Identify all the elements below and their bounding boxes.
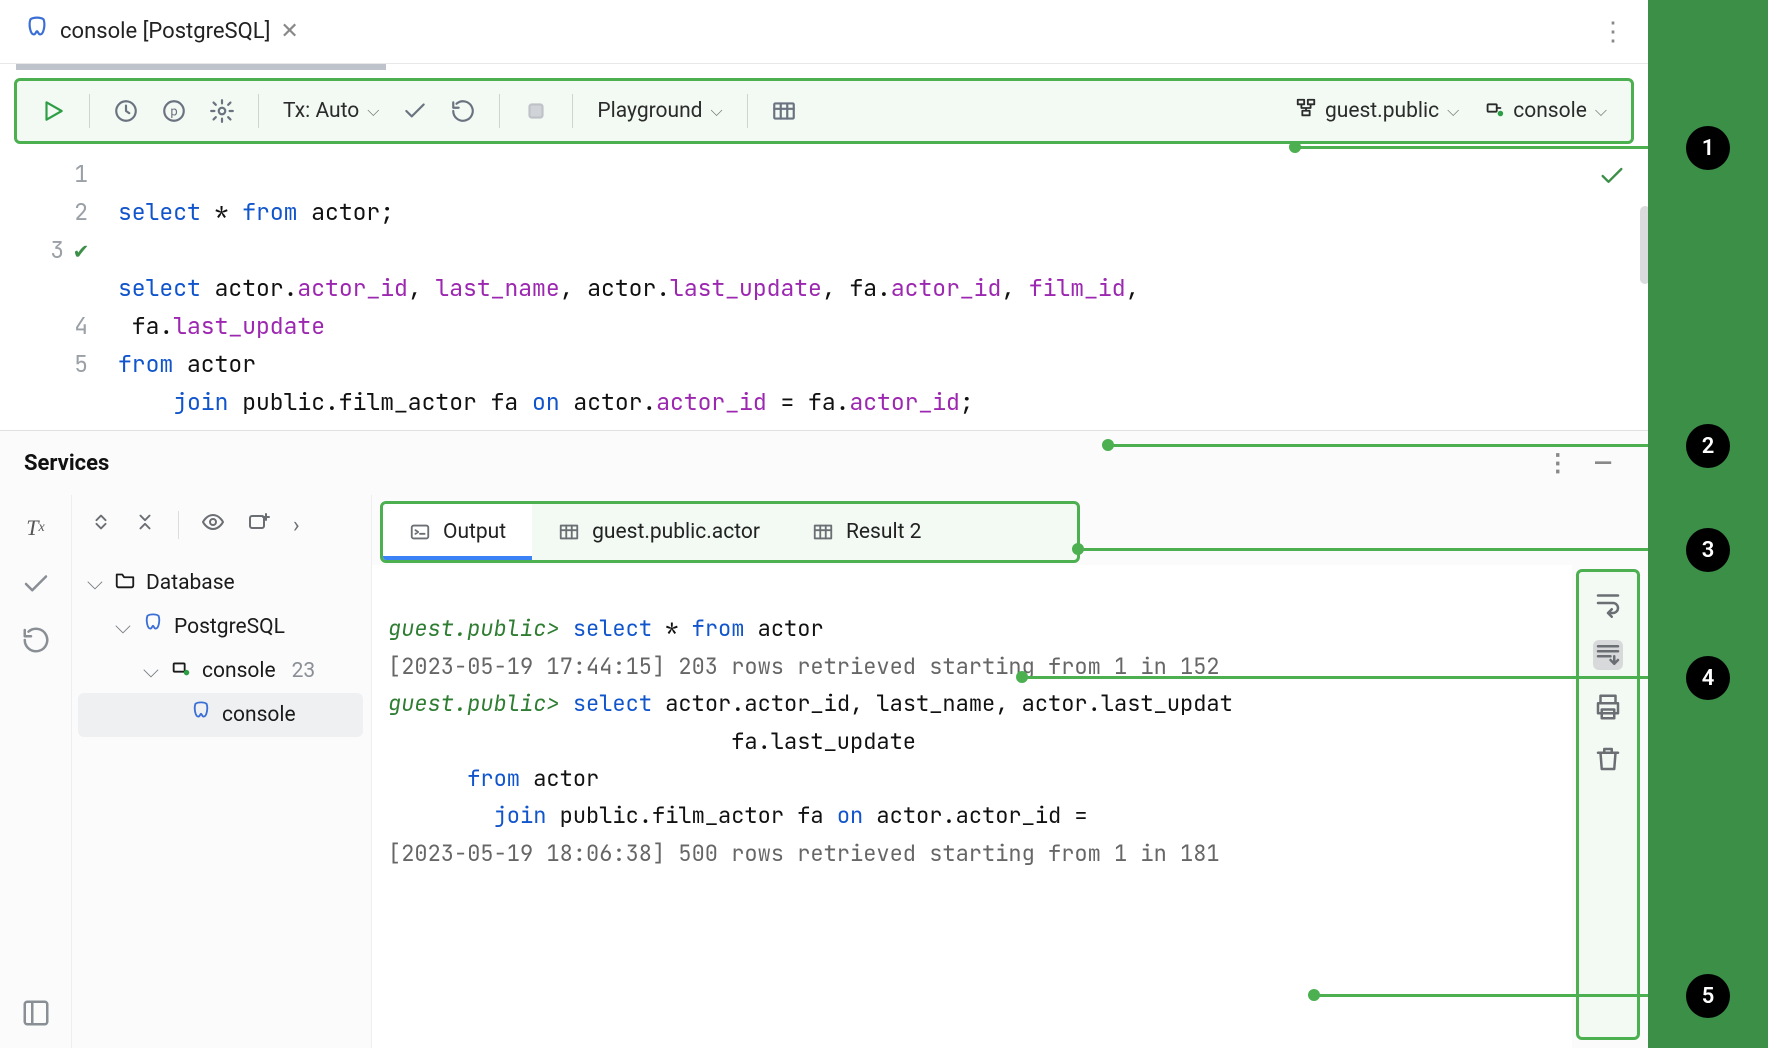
services-title: Services xyxy=(24,451,109,476)
history-icon[interactable] xyxy=(104,89,148,133)
session-icon xyxy=(170,657,192,685)
tab-result-2[interactable]: Result 2 xyxy=(786,504,947,560)
tx-mode-label: Tx: Auto xyxy=(283,99,359,123)
services-main: Output guest.public.actor Result 2 g xyxy=(372,495,1648,1048)
schema-icon xyxy=(1295,97,1317,125)
session-label: console xyxy=(1513,99,1587,123)
services-left-rail: Tx xyxy=(0,495,72,1048)
close-icon[interactable]: ✕ xyxy=(280,19,298,44)
tree-toolbar: › xyxy=(72,495,371,555)
expand-icon[interactable] xyxy=(90,511,112,539)
commit-icon[interactable] xyxy=(393,89,437,133)
rollback-icon[interactable] xyxy=(441,89,485,133)
schema-dropdown[interactable]: guest.public ⌵ xyxy=(1285,97,1469,125)
editor-code[interactable]: select * from actor; select actor.actor_… xyxy=(118,150,1648,430)
postgres-icon xyxy=(24,16,50,48)
callout-rail: 1 2 3 4 5 xyxy=(1648,0,1768,1048)
run-button[interactable] xyxy=(31,89,75,133)
callout-2: 2 xyxy=(1686,424,1730,468)
settings-icon[interactable] xyxy=(200,89,244,133)
tree-node-console[interactable]: console xyxy=(78,693,363,737)
tab-more-icon[interactable]: ⋮ xyxy=(1590,17,1636,47)
minimize-icon[interactable]: — xyxy=(1582,449,1624,477)
result-tabs: Output guest.public.actor Result 2 xyxy=(380,501,1080,563)
session-dropdown[interactable]: console ⌵ xyxy=(1473,97,1617,125)
chevron-down-icon: ⌵ xyxy=(1595,101,1607,121)
tree-node-database[interactable]: ⌵ Database xyxy=(78,561,363,605)
editor-gutter: 1 2 3✔ 4 5 xyxy=(0,150,118,430)
connector-5 xyxy=(1314,994,1648,997)
output-right-toolbar xyxy=(1576,569,1640,1040)
chevron-right-icon[interactable]: › xyxy=(293,513,300,538)
connector-4 xyxy=(1022,676,1648,679)
tab-label: Result 2 xyxy=(846,520,921,544)
svg-text:p: p xyxy=(170,104,177,119)
chevron-down-icon: ⌵ xyxy=(142,659,160,683)
eye-icon[interactable] xyxy=(201,510,225,540)
folder-icon xyxy=(114,569,136,597)
scroll-to-end-icon[interactable] xyxy=(1593,640,1623,670)
print-icon[interactable] xyxy=(1593,692,1623,722)
callout-4: 4 xyxy=(1686,656,1730,700)
output-console[interactable]: guest.public> select * from actor [2023-… xyxy=(372,565,1572,1048)
session-icon xyxy=(1483,97,1505,125)
tab-output[interactable]: Output xyxy=(383,504,532,560)
callout-3: 3 xyxy=(1686,528,1730,572)
connector-3 xyxy=(1078,548,1648,551)
tx-icon[interactable]: Tx xyxy=(21,513,51,543)
tab-label: Output xyxy=(443,520,506,544)
postgres-icon xyxy=(190,701,212,729)
check-icon: ✔ xyxy=(74,232,88,270)
services-panel: Services ⋮ — Tx › xyxy=(0,430,1648,1048)
tree-label: console xyxy=(202,659,276,683)
stop-icon[interactable] xyxy=(514,89,558,133)
postgres-icon xyxy=(142,613,164,641)
tree-count: 23 xyxy=(292,659,316,683)
new-session-icon[interactable] xyxy=(247,510,271,540)
callout-1: 1 xyxy=(1686,126,1730,170)
layout-icon[interactable] xyxy=(21,998,51,1028)
editor-tabbar: console [PostgreSQL] ✕ ⋮ xyxy=(0,0,1648,64)
commit-icon[interactable] xyxy=(21,569,51,599)
playground-label: Playground xyxy=(597,99,702,123)
soft-wrap-icon[interactable] xyxy=(1593,588,1623,618)
connector-2 xyxy=(1108,444,1648,447)
tree-node-console-group[interactable]: ⌵ console 23 xyxy=(78,649,363,693)
services-tree: › ⌵ Database ⌵ PostgreSQL ⌵ xyxy=(72,495,372,1048)
sql-editor[interactable]: 1 2 3✔ 4 5 select * from actor; select a… xyxy=(0,150,1648,430)
query-toolbar: p Tx: Auto ⌵ Playground ⌵ xyxy=(14,78,1634,144)
schema-label: guest.public xyxy=(1325,99,1439,123)
tree-label: Database xyxy=(146,571,235,595)
callout-5: 5 xyxy=(1686,974,1730,1018)
chevron-down-icon: ⌵ xyxy=(114,615,132,639)
tree-label: console xyxy=(222,703,296,727)
tree-label: PostgreSQL xyxy=(174,615,285,639)
chevron-down-icon: ⌵ xyxy=(711,101,723,121)
tx-mode-dropdown[interactable]: Tx: Auto ⌵ xyxy=(273,99,389,123)
chevron-down-icon: ⌵ xyxy=(367,101,379,121)
tab-label: guest.public.actor xyxy=(592,520,760,544)
connector-1 xyxy=(1295,146,1648,149)
explain-plan-icon[interactable]: p xyxy=(152,89,196,133)
tab-result-1[interactable]: guest.public.actor xyxy=(532,504,786,560)
editor-tab-title: console [PostgreSQL] xyxy=(60,19,270,44)
chevron-down-icon: ⌵ xyxy=(1447,101,1459,121)
tree-node-postgresql[interactable]: ⌵ PostgreSQL xyxy=(78,605,363,649)
check-icon xyxy=(1598,162,1626,202)
rollback-icon[interactable] xyxy=(21,625,51,655)
chevron-down-icon: ⌵ xyxy=(86,571,104,595)
more-icon[interactable]: ⋮ xyxy=(1534,449,1582,477)
trash-icon[interactable] xyxy=(1593,744,1623,774)
services-header: Services ⋮ — xyxy=(0,431,1648,495)
playground-dropdown[interactable]: Playground ⌵ xyxy=(587,99,732,123)
editor-tab-console[interactable]: console [PostgreSQL] ✕ xyxy=(12,8,311,56)
table-view-icon[interactable] xyxy=(762,89,806,133)
